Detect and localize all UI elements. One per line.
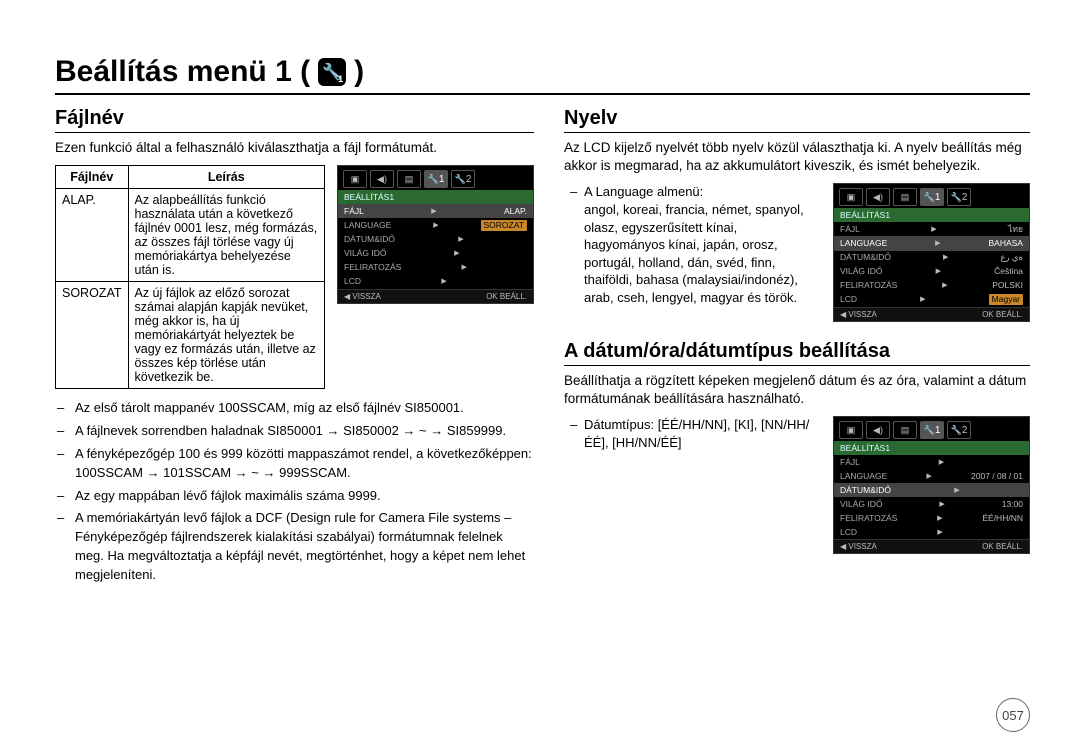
lcd-back: ◀ VISSZA [344,292,381,301]
submenu-body: angol, koreai, francia, német, spanyol, … [584,201,821,306]
section-datetime: A dátum/óra/dátumtípus beállítása [564,340,1030,366]
settings1-tab-icon: 🔧1 [424,170,448,188]
lcd-tabs: ▣ ◀) ▤ 🔧1 🔧2 [834,184,1029,208]
title-text: Beállítás menü 1 ( [55,55,310,89]
filename-table: Fájlnév Leírás ALAP. Az alapbeállítás fu… [55,165,325,389]
lcd-back: ◀ VISSZA [840,310,877,319]
wrench-icon: ▤ [397,170,421,188]
lcd-back: ◀ VISSZA [840,542,877,551]
list-item: A memóriakártyán levő fájlok a DCF (Desi… [69,509,534,584]
lcd-row: DÁTUM&IDŐ▶ةي رع [834,251,1029,265]
settings2-tab-icon: 🔧2 [947,421,971,439]
filename-intro: Ezen funkció által a felhasználó kiválas… [55,139,534,157]
lcd-row: LANGUAGE▶2007 / 08 / 01 [834,469,1029,483]
left-column: Fájlnév Ezen funkció által a felhasználó… [55,103,534,589]
settings2-tab-icon: 🔧2 [451,170,475,188]
camera-icon: ▣ [839,188,863,206]
datetime-intro: Beállíthatja a rögzített képeken megjele… [564,372,1030,408]
page-title: Beállítás menü 1 ( 🔧1 ) [55,55,1030,95]
wrench-icon: ▤ [893,188,917,206]
settings1-icon: 🔧1 [318,58,346,86]
section-filename: Fájlnév [55,107,534,133]
settings1-tab-icon: 🔧1 [920,421,944,439]
title-suffix: ) [354,55,364,89]
speaker-icon: ◀) [866,421,890,439]
lcd-header: BEÁLLÍTÁS1 [834,441,1029,455]
lcd-row: LANGUAGE▶BAHASA [834,236,1029,250]
page-number: 057 [996,698,1030,732]
lcd-row: FELIRATOZÁS▶ [338,260,533,274]
list-item: A fájlnevek sorrendben haladnak SI850001… [69,422,534,441]
lcd-row: FELIRATOZÁS▶ÉÉ/HH/NN [834,511,1029,525]
lcd-row: LCD▶Magyar [834,293,1029,307]
lcd-row: VILÁG IDŐ▶Čeština [834,265,1029,279]
section-language: Nyelv [564,107,1030,133]
lcd-ok: OK BEÁLL. [982,542,1023,551]
lcd-ok: OK BEÁLL. [982,310,1023,319]
lcd-datetime: ▣ ◀) ▤ 🔧1 🔧2 BEÁLLÍTÁS1 FÁJL▶ LANGUAGE▶2… [833,416,1030,554]
lcd-ok: OK BEÁLL. [486,292,527,301]
lcd-row: LANGUAGE▶SOROZAT [338,218,533,232]
table-row: SOROZAT Az új fájlok az előző sorozat sz… [56,282,325,389]
lcd-row: DÁTUM&IDŐ▶ [338,232,533,246]
lcd-row: FELIRATOZÁS▶POLSKI [834,279,1029,293]
list-item: Az egy mappában lévő fájlok maximális sz… [69,487,534,506]
camera-icon: ▣ [839,421,863,439]
lcd-row: FÁJL▶ไทย [834,222,1029,236]
camera-icon: ▣ [343,170,367,188]
lcd-filename: ▣ ◀) ▤ 🔧1 🔧2 BEÁLLÍTÁS1 FÁJL▶ALAP. LANGU… [337,165,534,303]
settings1-tab-icon: 🔧1 [920,188,944,206]
th-desc: Leírás [128,166,325,189]
lcd-row: FÁJL▶ALAP. [338,204,533,218]
right-column: Nyelv Az LCD kijelző nyelvét több nyelv … [564,103,1030,589]
lcd-tabs: ▣ ◀) ▤ 🔧1 🔧2 [338,166,533,190]
language-list: A Language almenü: angol, koreai, franci… [564,183,821,306]
language-intro: Az LCD kijelző nyelvét több nyelv közül … [564,139,1030,175]
speaker-icon: ◀) [370,170,394,188]
table-row: ALAP. Az alapbeállítás funkció használat… [56,189,325,282]
lcd-row: FÁJL▶ [834,455,1029,469]
lcd-row: DÁTUM&IDŐ▶ [834,483,1029,497]
th-name: Fájlnév [56,166,129,189]
lcd-tabs: ▣ ◀) ▤ 🔧1 🔧2 [834,417,1029,441]
lcd-row: VILÁG IDŐ▶13:00 [834,497,1029,511]
lcd-row: LCD▶ [834,525,1029,539]
datetype-bullet: Dátumtípus: [ÉÉ/HH/NN], [KI], [NN/HH/ÉÉ]… [584,416,821,451]
settings2-tab-icon: 🔧2 [947,188,971,206]
lcd-language: ▣ ◀) ▤ 🔧1 🔧2 BEÁLLÍTÁS1 FÁJL▶ไทย LANGUAG… [833,183,1030,321]
speaker-icon: ◀) [866,188,890,206]
lcd-header: BEÁLLÍTÁS1 [834,208,1029,222]
list-item: Az első tárolt mappanév 100SSCAM, míg az… [69,399,534,418]
filename-bullets: Az első tárolt mappanév 100SSCAM, míg az… [55,399,534,585]
wrench-icon: ▤ [893,421,917,439]
submenu-head: A Language almenü: [584,183,821,201]
lcd-header: BEÁLLÍTÁS1 [338,190,533,204]
datetype-list: Dátumtípus: [ÉÉ/HH/NN], [KI], [NN/HH/ÉÉ]… [564,416,821,451]
lcd-row: LCD▶ [338,274,533,288]
list-item: A fényképezőgép 100 és 999 közötti mappa… [69,445,534,483]
lcd-row: VILÁG IDŐ▶ [338,246,533,260]
